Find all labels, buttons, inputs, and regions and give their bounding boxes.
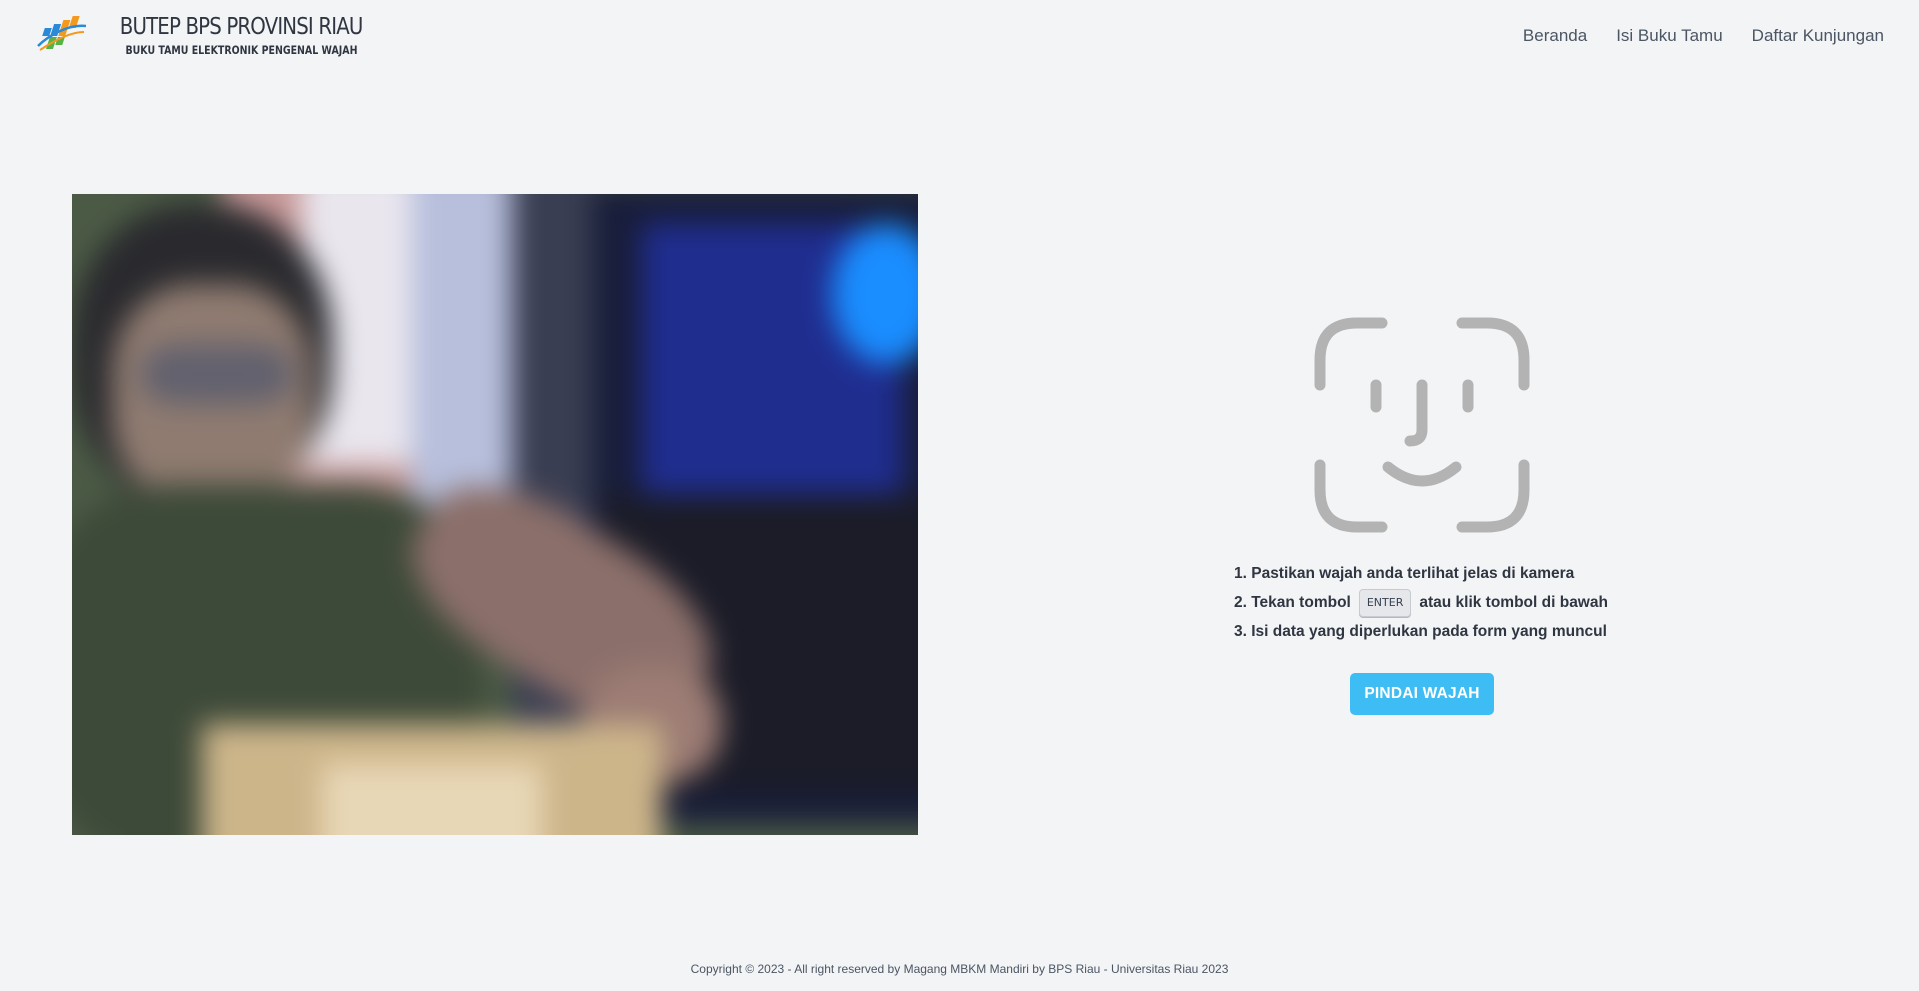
scan-face-button[interactable]: PINDAI WAJAH <box>1350 673 1494 715</box>
enter-key-badge: ENTER <box>1358 588 1412 617</box>
brand-subtitle: BUKU TAMU ELEKTRONIK PENGENAL WAJAH <box>125 43 358 57</box>
main-nav: Beranda Isi Buku Tamu Daftar Kunjungan <box>1523 26 1884 46</box>
top-navbar: BUTEP BPS PROVINSI RIAU BUKU TAMU ELEKTR… <box>0 0 1919 72</box>
nav-link-isi-buku-tamu[interactable]: Isi Buku Tamu <box>1616 26 1722 46</box>
instruction-step-3-text: 3. Isi data yang diperlukan pada form ya… <box>1234 623 1607 640</box>
footer: Copyright © 2023 - All right reserved by… <box>0 962 1919 976</box>
bps-logo-icon <box>37 16 87 51</box>
camera-feed <box>72 194 918 835</box>
instruction-step-1-text: 1. Pastikan wajah anda terlihat jelas di… <box>1234 565 1575 582</box>
instruction-step-1: 1. Pastikan wajah anda terlihat jelas di… <box>1234 559 1608 588</box>
brand-link[interactable]: BUTEP BPS PROVINSI RIAU BUKU TAMU ELEKTR… <box>34 12 383 58</box>
instruction-step-3: 3. Isi data yang diperlukan pada form ya… <box>1234 617 1608 646</box>
instruction-step-2-text: 2. Tekan tombol <box>1234 594 1351 611</box>
instruction-step-2-text-end: atau klik tombol di bawah <box>1419 594 1608 611</box>
instruction-step-2: 2. Tekan tombol ENTER atau klik tombol d… <box>1234 588 1608 617</box>
brand-title: BUTEP BPS PROVINSI RIAU <box>120 14 364 40</box>
camera-feed-image <box>72 194 918 835</box>
face-id-icon <box>1314 317 1530 533</box>
instruction-list: 1. Pastikan wajah anda terlihat jelas di… <box>1234 559 1608 646</box>
nav-link-daftar-kunjungan[interactable]: Daftar Kunjungan <box>1752 26 1884 46</box>
footer-copyright: Copyright © 2023 - All right reserved by… <box>690 962 1229 976</box>
nav-link-beranda[interactable]: Beranda <box>1523 26 1587 46</box>
